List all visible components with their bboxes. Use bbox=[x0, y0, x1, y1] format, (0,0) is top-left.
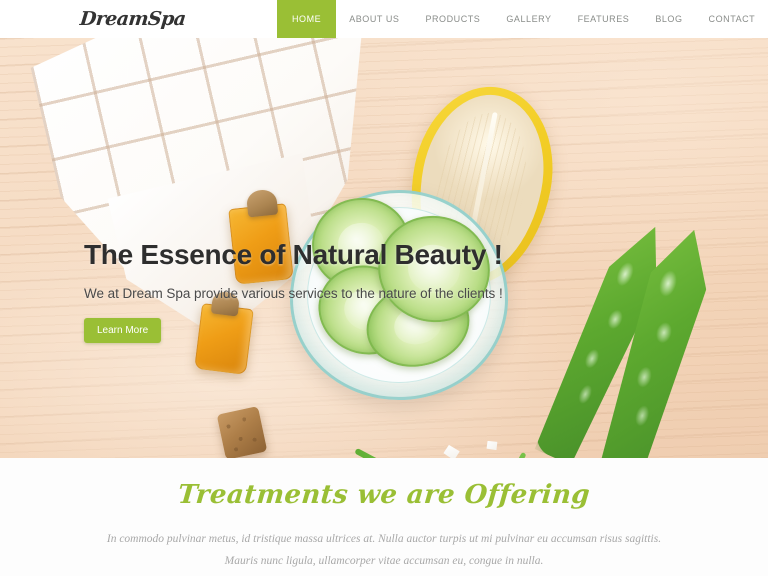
salt-crystal-graphic bbox=[442, 444, 460, 458]
nav-item-home[interactable]: HOME bbox=[277, 0, 337, 38]
site-header: DreamSpa HOME ABOUT US PRODUCTS GALLERY … bbox=[0, 0, 768, 38]
hero-subtitle: We at Dream Spa provide various services… bbox=[84, 285, 503, 301]
salt-crystal-graphic bbox=[485, 439, 499, 452]
learn-more-button[interactable]: Learn More bbox=[84, 317, 162, 343]
herb-sprig-graphic bbox=[354, 447, 412, 458]
treatments-description: In commodo pulvinar metus, id tristique … bbox=[106, 533, 662, 568]
site-logo[interactable]: DreamSpa bbox=[78, 0, 188, 38]
treatments-section: Treatments we are Offering In commodo pu… bbox=[0, 458, 768, 576]
cork-cube-graphic bbox=[216, 406, 268, 458]
nav-item-products[interactable]: PRODUCTS bbox=[412, 0, 493, 38]
nav-item-contact[interactable]: CONTACT bbox=[696, 0, 768, 38]
hero-banner: The Essence of Natural Beauty ! We at Dr… bbox=[0, 38, 768, 458]
hero-title: The Essence of Natural Beauty ! bbox=[84, 239, 503, 270]
nav-item-blog[interactable]: BLOG bbox=[642, 0, 695, 38]
primary-navigation: HOME ABOUT US PRODUCTS GALLERY FEATURES … bbox=[277, 0, 768, 38]
nav-item-gallery[interactable]: GALLERY bbox=[493, 0, 564, 38]
hero-content: The Essence of Natural Beauty ! We at Dr… bbox=[84, 238, 503, 343]
nav-item-features[interactable]: FEATURES bbox=[565, 0, 643, 38]
nav-item-about-us[interactable]: ABOUT US bbox=[336, 0, 412, 38]
treatments-heading: Treatments we are Offering bbox=[176, 480, 592, 510]
